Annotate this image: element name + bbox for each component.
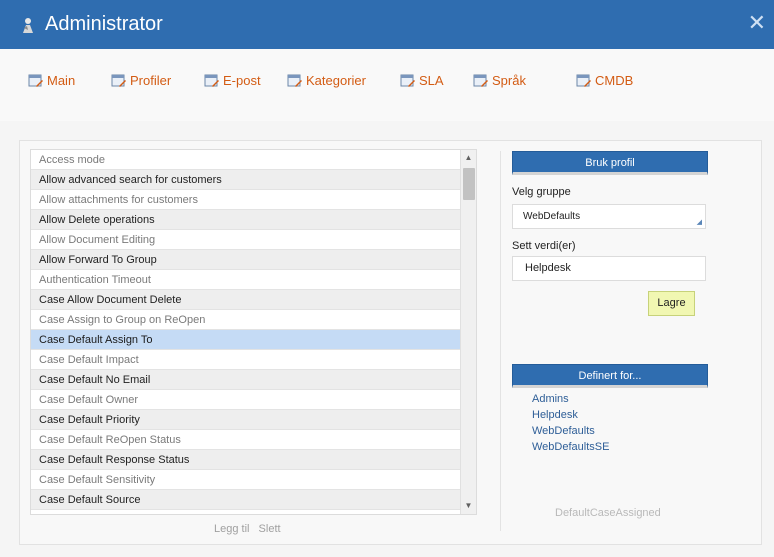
scroll-up-icon[interactable]: ▲ [461, 150, 476, 166]
tab-label: Kategorier [306, 73, 366, 88]
list-item[interactable]: Allow attachments for customers [31, 190, 476, 210]
list-item[interactable]: Case Default ReOpen Status [31, 430, 476, 450]
list-item[interactable]: Allow Document Editing [31, 230, 476, 250]
setting-key-label: DefaultCaseAssigned [555, 507, 661, 519]
tab-label: E-post [223, 73, 261, 88]
group-select-value: WebDefaults [523, 211, 581, 222]
edit-page-icon [111, 74, 126, 87]
list-item[interactable]: Allow advanced search for customers [31, 170, 476, 190]
settings-list-items: Access mode Allow advanced search for cus… [31, 150, 476, 510]
list-scrollbar[interactable]: ▲ ▼ [460, 150, 476, 514]
scroll-thumb[interactable] [463, 168, 475, 200]
close-icon[interactable]: ✕ [748, 12, 766, 34]
list-item[interactable]: Case Default Impact [31, 350, 476, 370]
title-bar: Administrator ✕ [0, 0, 774, 49]
value-label: Sett verdi(er) [512, 240, 576, 252]
edit-page-icon [28, 74, 43, 87]
edit-page-icon [204, 74, 219, 87]
defined-for-button[interactable]: Definert for... [512, 364, 708, 388]
add-button[interactable]: Legg til [214, 523, 249, 535]
list-item[interactable]: Case Default No Email [31, 370, 476, 390]
defined-for-link[interactable]: Helpdesk [532, 407, 708, 423]
tab-kategorier[interactable]: Kategorier [287, 73, 366, 88]
settings-panel: Access mode Allow advanced search for cus… [19, 140, 762, 545]
panel-divider [500, 151, 501, 531]
window-title: Administrator [45, 13, 163, 35]
save-button[interactable]: Lagre [648, 291, 695, 316]
scroll-down-icon[interactable]: ▼ [461, 498, 476, 514]
defined-for-link[interactable]: WebDefaults [532, 423, 708, 439]
tab-profiler[interactable]: Profiler [111, 73, 171, 88]
list-item[interactable]: Allow Forward To Group [31, 250, 476, 270]
group-select[interactable]: WebDefaults ◢ [512, 204, 706, 229]
value-input[interactable]: Helpdesk [512, 256, 706, 281]
tab-sprak[interactable]: Språk [473, 73, 526, 88]
list-item[interactable]: Case Default Sensitivity [31, 470, 476, 490]
settings-list: Access mode Allow advanced search for cus… [30, 149, 477, 515]
edit-page-icon [576, 74, 591, 87]
list-actions: Legg til Slett [214, 523, 287, 535]
list-item[interactable]: Case Allow Document Delete [31, 290, 476, 310]
tab-sla[interactable]: SLA [400, 73, 444, 88]
defined-for-list: Admins Helpdesk WebDefaults WebDefaultsS… [512, 391, 708, 455]
list-item[interactable]: Case Default Priority [31, 410, 476, 430]
list-item[interactable]: Case Default Source [31, 490, 476, 510]
tab-navigation: Main Profiler E-post Kategorier SLA Språ… [0, 49, 774, 121]
list-item[interactable]: Case Default Owner [31, 390, 476, 410]
resize-handle-icon: ◢ [696, 219, 702, 226]
list-item[interactable]: Case Assign to Group on ReOpen [31, 310, 476, 330]
tab-label: Profiler [130, 73, 172, 88]
list-item[interactable]: Access mode [31, 150, 476, 170]
edit-page-icon [400, 74, 415, 87]
group-label: Velg gruppe [512, 186, 571, 198]
apply-profile-button[interactable]: Bruk profil [512, 151, 708, 175]
tab-main[interactable]: Main [28, 73, 75, 88]
tab-label: CMDB [595, 73, 634, 88]
list-item[interactable]: Authentication Timeout [31, 270, 476, 290]
edit-page-icon [473, 74, 488, 87]
tab-label: SLA [419, 73, 444, 88]
edit-page-icon [287, 74, 302, 87]
profile-editor: Bruk profil Velg gruppe WebDefaults ◢ Se… [512, 151, 708, 455]
list-item[interactable]: Allow Delete operations [31, 210, 476, 230]
defined-for-link[interactable]: Admins [532, 391, 708, 407]
tab-cmdb[interactable]: CMDB [576, 73, 633, 88]
defined-for-link[interactable]: WebDefaultsSE [532, 439, 708, 455]
tab-label: Main [47, 73, 76, 88]
delete-button[interactable]: Slett [259, 523, 281, 535]
tab-label: Språk [492, 73, 526, 88]
list-item[interactable]: Case Default Response Status [31, 450, 476, 470]
tab-e-post[interactable]: E-post [204, 73, 261, 88]
admin-user-icon [23, 18, 33, 33]
list-item[interactable]: Case Default Assign To [31, 330, 476, 350]
